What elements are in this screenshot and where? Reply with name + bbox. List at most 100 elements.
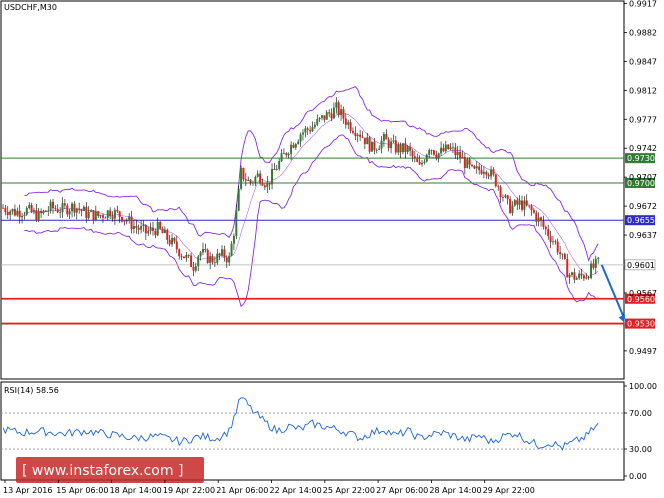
candle-body <box>268 182 271 185</box>
chart-canvas: USDCHF,M30 0.97300.97000.96550.95600.953… <box>0 0 657 495</box>
candle-body <box>73 203 76 213</box>
candle-body <box>535 212 538 222</box>
candle-body <box>337 102 340 116</box>
candle-body <box>387 139 390 149</box>
rsi-panel-title: RSI(14) 58.56 <box>4 386 59 395</box>
candle-body <box>432 150 435 155</box>
candle-body <box>480 170 483 174</box>
candle-body <box>228 255 231 263</box>
candle-body <box>509 199 512 214</box>
candle-body <box>278 161 281 169</box>
x-tick-label: 27 Apr 06:00 <box>376 486 428 495</box>
candle-body <box>190 255 193 267</box>
candle-body <box>466 159 469 168</box>
candle-body <box>97 211 100 217</box>
candle-body <box>142 224 145 227</box>
candle-body <box>18 210 21 218</box>
candle-body <box>137 227 140 230</box>
candle-body <box>590 263 593 279</box>
candle-body <box>254 176 257 183</box>
price-tick-label: 0.9847 <box>629 57 657 66</box>
level-tag-label: 0.9655 <box>627 216 655 225</box>
x-tick-label: 22 Apr 14:00 <box>270 486 322 495</box>
candle-body <box>109 210 112 217</box>
candle-body <box>197 256 200 267</box>
candle-body <box>123 220 126 222</box>
candle-body <box>409 146 412 151</box>
candle-body <box>413 156 416 158</box>
candle-body <box>161 228 164 234</box>
candle-body <box>132 225 135 230</box>
candle-body <box>292 144 295 148</box>
candle-body <box>11 209 14 212</box>
candle-body <box>428 150 431 155</box>
candle-body <box>163 229 166 234</box>
candle-body <box>299 134 302 142</box>
candle-body <box>401 143 404 153</box>
x-tick-label: 18 Apr 14:00 <box>110 486 162 495</box>
candle-body <box>487 174 490 177</box>
candle-body <box>544 226 547 230</box>
candle-body <box>328 112 331 114</box>
candle-body <box>311 127 314 132</box>
candle-body <box>216 253 219 263</box>
candle-body <box>309 129 312 132</box>
candle-body <box>135 225 138 228</box>
candle-body <box>223 249 226 258</box>
candle-body <box>530 206 533 211</box>
candle-body <box>437 153 440 159</box>
candle-body <box>285 153 288 156</box>
candle-body <box>130 216 133 230</box>
candle-body <box>518 200 521 205</box>
candle-body <box>494 174 497 187</box>
candle-body <box>575 278 578 280</box>
level-tag-label: 0.9730 <box>627 154 655 163</box>
candle-body <box>447 144 450 150</box>
candle-body <box>330 113 333 119</box>
candle-body <box>113 209 116 219</box>
candle-body <box>21 215 24 218</box>
candle-body <box>225 257 228 263</box>
candle-body <box>144 224 147 234</box>
level-tag-label: 0.9530 <box>627 320 655 329</box>
candle-body <box>521 200 524 210</box>
x-tick-label: 29 Apr 22:00 <box>483 486 535 495</box>
candle-body <box>423 161 426 163</box>
candle-body <box>363 137 366 145</box>
candle-body <box>9 211 12 216</box>
candle-body <box>42 210 45 214</box>
candle-body <box>397 144 400 153</box>
candle-body <box>56 209 59 213</box>
candle-body <box>440 147 443 154</box>
candle-body <box>421 162 424 165</box>
candle-body <box>382 134 385 141</box>
candle-body <box>351 130 354 133</box>
candle-body <box>566 258 569 278</box>
candle-body <box>275 168 278 171</box>
candle-body <box>340 109 343 116</box>
candle-body <box>218 253 221 256</box>
candle-body <box>463 156 466 168</box>
price-tick-label: 0.9637 <box>629 231 657 240</box>
candle-body <box>249 180 252 183</box>
candle-body <box>75 208 78 213</box>
candle-body <box>35 210 38 221</box>
candle-body <box>378 148 381 150</box>
candle-body <box>461 156 464 159</box>
candle-body <box>435 154 438 159</box>
candle-body <box>430 150 433 151</box>
candle-body <box>92 210 95 221</box>
candle-body <box>475 166 478 169</box>
candle-body <box>178 249 181 257</box>
candle-body <box>411 150 414 157</box>
candle-body <box>16 210 19 216</box>
candle-body <box>61 203 64 213</box>
candle-body <box>471 164 474 167</box>
candle-body <box>313 124 316 128</box>
price-panel <box>0 0 625 380</box>
candle-body <box>404 143 407 153</box>
candle-body <box>149 227 152 232</box>
price-panel-title: USDCHF,M30 <box>4 3 57 12</box>
candle-body <box>116 209 119 212</box>
candle-body <box>185 255 188 258</box>
